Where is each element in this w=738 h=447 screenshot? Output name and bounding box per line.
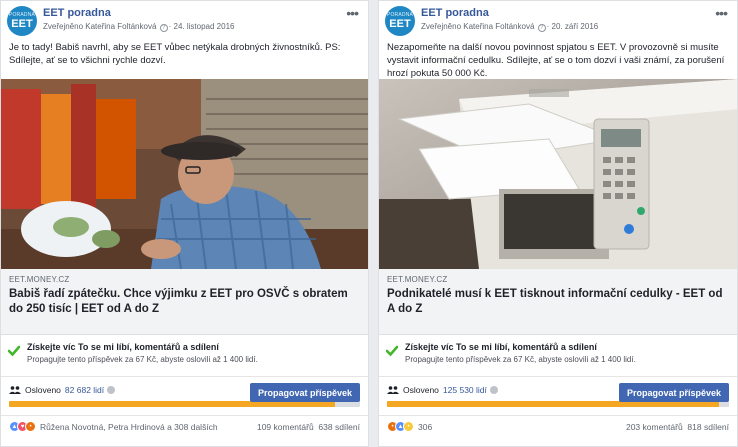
help-icon[interactable]: ?	[159, 24, 168, 32]
post-date-link[interactable]: 24. listopad 2016	[174, 22, 235, 31]
reach-value-link[interactable]: 82 682 lidí	[65, 385, 104, 395]
angry-reaction-icon: •	[25, 421, 36, 432]
post-stats: 203 komentářů 818 sdílení	[626, 422, 729, 432]
more-options-icon[interactable]: •••	[346, 5, 359, 21]
post-text: Je to tady! Babiš navrhl, aby se EET vůb…	[9, 42, 341, 66]
feed: PORADNA EET EET poradna Zveřejněno Kateř…	[0, 0, 738, 447]
comments-count[interactable]: 203 komentářů	[626, 422, 683, 432]
post-footer: • ▲ • 306 203 komentářů 818 sdílení	[379, 415, 737, 437]
boost-post-button[interactable]: Propagovat příspěvek	[249, 383, 360, 402]
photo-illustration	[379, 79, 737, 269]
post-meta: Zveřejněno Kateřina Foltánková ? · 20. zá…	[421, 22, 599, 32]
promote-title: Získejte víc To se mi líbí, komentářů a …	[405, 342, 597, 352]
reach-section: Osloveno 125 530 lidí Propagovat příspěv…	[379, 377, 737, 415]
old-man-sewing-photo[interactable]	[1, 79, 368, 269]
promote-subtext: Propagujte tento příspěvek za 67 Kč, aby…	[27, 355, 258, 364]
reach-section: Osloveno 82 682 lidí Propagovat příspěve…	[1, 377, 368, 415]
people-icon	[9, 386, 21, 394]
page-avatar[interactable]: PORADNA EET	[385, 6, 415, 36]
reaction-icons[interactable]: • ▲ •	[387, 421, 414, 432]
shares-count[interactable]: 818 sdílení	[687, 422, 729, 432]
link-domain: EET.MONEY.CZ	[9, 275, 70, 284]
avatar-subtext: PORADNA	[386, 11, 414, 18]
reactions-count[interactable]: 306	[418, 422, 432, 432]
more-options-icon[interactable]: •••	[715, 5, 728, 21]
reach-value-link[interactable]: 125 530 lidí	[443, 385, 487, 395]
reach-label: Osloveno	[403, 385, 439, 395]
publisher-text: Zveřejněno Kateřina Foltánková	[421, 22, 535, 31]
link-title[interactable]: Babiš řadí zpátečku. Chce výjimku z EET …	[9, 287, 360, 317]
promote-tip: Získejte víc To se mi líbí, komentářů a …	[379, 335, 737, 377]
post-text: Nezapomeňte na další novou povinnost spj…	[387, 42, 725, 79]
link-title[interactable]: Podnikatelé musí k EET tisknout informač…	[387, 287, 729, 317]
post-meta: Zveřejněno Kateřina Foltánková ? · 24. li…	[43, 22, 235, 32]
promote-title: Získejte víc To se mi líbí, komentářů a …	[27, 342, 219, 352]
post-date-link[interactable]: 20. září 2016	[552, 22, 599, 31]
info-icon[interactable]	[107, 386, 116, 394]
page-avatar[interactable]: PORADNA EET	[7, 6, 37, 36]
avatar-subtext: PORADNA	[8, 11, 36, 18]
publisher-text: Zveřejněno Kateřina Foltánková	[43, 22, 157, 31]
wow-reaction-icon: •	[403, 421, 414, 432]
reaction-icons[interactable]: ▲ ♥ •	[9, 421, 36, 432]
post-stats: 109 komentářů 638 sdílení	[257, 422, 360, 432]
promote-subtext: Propagujte tento příspěvek za 67 Kč, aby…	[405, 355, 636, 364]
help-icon[interactable]: ?	[537, 24, 546, 32]
post-card-1: PORADNA EET EET poradna Zveřejněno Kateř…	[0, 0, 369, 447]
promote-tip: Získejte víc To se mi líbí, komentářů a …	[1, 335, 368, 377]
link-domain: EET.MONEY.CZ	[387, 275, 448, 284]
post-header: PORADNA EET EET poradna Zveřejněno Kateř…	[1, 1, 368, 37]
reach-label: Osloveno	[25, 385, 61, 395]
shares-count[interactable]: 638 sdílení	[318, 422, 360, 432]
link-preview[interactable]: EET.MONEY.CZ Podnikatelé musí k EET tisk…	[379, 269, 737, 335]
avatar-text: EET	[389, 17, 411, 30]
boost-post-button[interactable]: Propagovat příspěvek	[618, 383, 729, 402]
post-card-2: PORADNA EET EET poradna Zveřejněno Kateř…	[378, 0, 738, 447]
link-preview[interactable]: EET.MONEY.CZ Babiš řadí zpátečku. Chce v…	[1, 269, 368, 335]
post-header: PORADNA EET EET poradna Zveřejněno Kateř…	[379, 1, 737, 37]
page-name-link[interactable]: EET poradna	[421, 7, 489, 19]
photo-illustration	[1, 79, 368, 269]
office-printer-photo[interactable]	[379, 79, 737, 269]
post-footer: ▲ ♥ • Růžena Novotná, Petra Hrdinová a 3…	[1, 415, 368, 437]
avatar-text: EET	[11, 17, 33, 30]
info-icon[interactable]	[489, 386, 498, 394]
comments-count[interactable]: 109 komentářů	[257, 422, 314, 432]
page-name-link[interactable]: EET poradna	[43, 7, 111, 19]
green-check-icon	[386, 345, 398, 357]
people-icon	[387, 386, 399, 394]
green-check-icon	[8, 345, 20, 357]
reactions-names[interactable]: Růžena Novotná, Petra Hrdinová a 308 dal…	[40, 422, 218, 432]
